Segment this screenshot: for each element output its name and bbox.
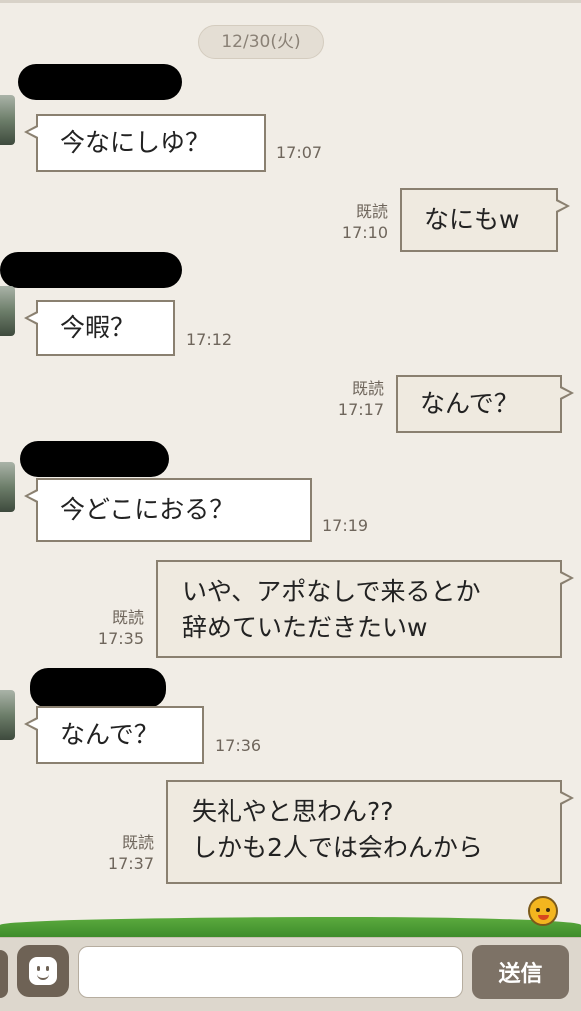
message-text: 今なにしゆ？ (60, 128, 211, 157)
message-time: 17:12 (186, 330, 233, 349)
outgoing-message-bubble[interactable]: 失礼やと思わん?? しかも2人では会わんから (166, 780, 574, 884)
message-text: 今どこにおる？ (60, 495, 235, 524)
message-text: なんで？ (60, 720, 159, 749)
message-line: 失礼やと思わん?? (192, 797, 394, 826)
message-time: 17:36 (215, 736, 262, 755)
mascot-sticker-icon (528, 896, 558, 926)
read-status: 既読 (355, 202, 388, 221)
message-text: なにもw (424, 205, 520, 234)
outgoing-message-bubble[interactable]: なんで？ (396, 375, 574, 433)
date-separator: 12/30(火) (198, 25, 324, 59)
read-status: 既読 (111, 608, 144, 627)
sender-avatar[interactable] (0, 286, 15, 336)
message-input[interactable] (78, 946, 463, 998)
incoming-message-bubble[interactable]: 今どこにおる？ (24, 478, 312, 542)
top-border (0, 0, 581, 3)
emoji-face-icon (29, 957, 57, 985)
read-receipt: 既読 17:37 (94, 832, 154, 874)
outgoing-message-bubble[interactable]: なにもw (400, 188, 570, 252)
message-line: いや、アポなしで来るとか (182, 577, 481, 606)
sender-avatar[interactable] (0, 462, 15, 512)
read-status: 既読 (121, 833, 154, 852)
read-receipt: 既読 17:10 (328, 201, 388, 243)
outgoing-message-bubble[interactable]: いや、アポなしで来るとか 辞めていただきたいw (156, 560, 574, 658)
message-text: なんで？ (420, 389, 519, 418)
menu-toggle-button[interactable] (0, 950, 8, 998)
grass-decoration (0, 917, 581, 937)
message-time: 17:19 (322, 516, 369, 535)
sender-avatar[interactable] (0, 95, 15, 145)
redacted-sender-name (0, 252, 182, 288)
message-time: 17:10 (341, 223, 388, 242)
incoming-message-bubble[interactable]: 今なにしゆ？ (24, 114, 266, 172)
message-time: 17:07 (276, 143, 323, 162)
redacted-sender-name (20, 441, 169, 477)
redacted-sender-name (30, 668, 166, 708)
read-status: 既読 (351, 379, 384, 398)
message-line: 辞めていただきたいw (182, 613, 428, 642)
message-time: 17:17 (337, 400, 384, 419)
redacted-sender-name (18, 64, 182, 100)
incoming-message-bubble[interactable]: 今暇？ (24, 300, 175, 356)
incoming-message-bubble[interactable]: なんで？ (24, 706, 204, 764)
send-button[interactable]: 送信 (472, 945, 569, 999)
message-line: しかも2人では会わんから (192, 833, 483, 862)
message-text: 今暇？ (60, 313, 136, 342)
message-time: 17:37 (107, 854, 154, 873)
message-time: 17:35 (97, 629, 144, 648)
read-receipt: 既読 17:17 (324, 378, 384, 420)
read-receipt: 既読 17:35 (84, 607, 144, 649)
emoji-button[interactable] (17, 945, 69, 997)
sender-avatar[interactable] (0, 690, 15, 740)
